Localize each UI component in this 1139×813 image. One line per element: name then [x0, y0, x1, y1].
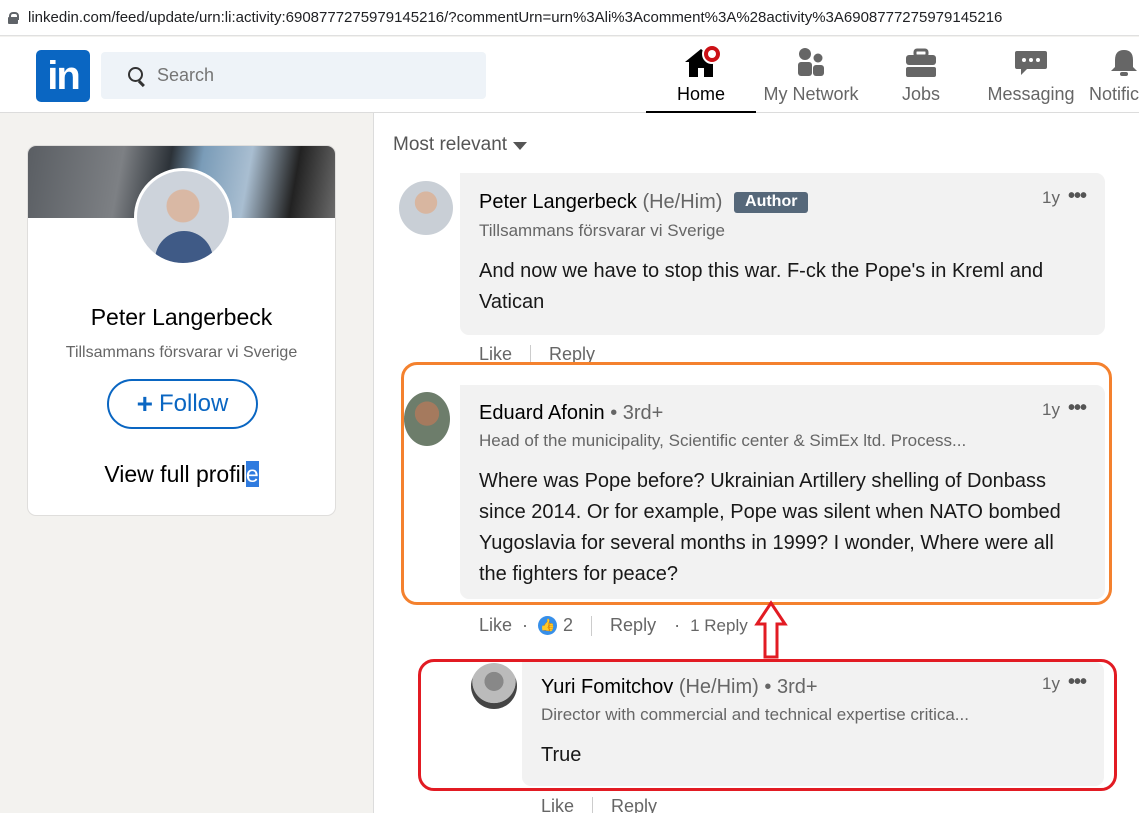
commenter-avatar[interactable] — [399, 181, 453, 235]
lock-icon — [8, 11, 19, 24]
nav-jobs-label: Jobs — [901, 84, 941, 104]
follow-label: Follow — [159, 390, 229, 417]
divider — [591, 615, 593, 636]
nav-jobs[interactable]: Jobs — [866, 37, 976, 113]
highlight-box-red — [418, 659, 1117, 791]
linkedin-logo[interactable]: in — [36, 50, 90, 102]
sort-dropdown[interactable]: Most relevant — [393, 134, 528, 156]
highlight-box-orange — [401, 362, 1112, 605]
author-badge: Author — [734, 192, 809, 213]
reply-button[interactable]: Reply — [610, 615, 656, 636]
nav-home[interactable]: Home — [646, 37, 756, 113]
nav-notifications-label: Notifications — [1089, 84, 1139, 104]
follow-button[interactable]: + Follow — [107, 379, 258, 429]
reaction-count[interactable]: 2 — [563, 615, 573, 636]
comment-actions: Like · 2 Reply · 1 Reply — [479, 615, 748, 636]
url-text[interactable]: linkedin.com/feed/update/urn:li:activity… — [28, 9, 1002, 26]
bell-icon — [1111, 50, 1137, 76]
dot-separator: · — [674, 615, 681, 635]
nav-home-label: Home — [676, 84, 725, 104]
author-headline: Tillsammans försvarar vi Sverige — [479, 221, 725, 240]
selected-text: e — [245, 461, 259, 487]
address-bar[interactable]: linkedin.com/feed/update/urn:li:activity… — [0, 0, 1139, 36]
comment-author[interactable]: Peter Langerbeck (He/Him) Author — [479, 191, 809, 214]
like-button[interactable]: Like — [541, 796, 574, 813]
dot-separator: · — [522, 615, 529, 635]
comment-time: 1y — [1042, 188, 1060, 207]
search-box[interactable] — [101, 52, 486, 99]
nav-my-network[interactable]: My Network — [756, 37, 866, 113]
search-input[interactable] — [157, 65, 457, 86]
search-icon — [127, 66, 147, 86]
plus-icon: + — [136, 388, 153, 419]
top-nav: in Home My Network Jobs Mess — [0, 37, 1139, 113]
view-profile-text: View full profil — [104, 461, 246, 487]
nav-messaging-label: Messaging — [987, 84, 1075, 104]
network-icon — [798, 48, 824, 76]
like-button[interactable]: Like — [479, 615, 512, 636]
profile-headline: Tillsammans försvarar vi Sverige — [65, 344, 298, 361]
comment-text: And now we have to stop this war. F-ck t… — [479, 260, 1044, 313]
author-name[interactable]: Peter Langerbeck — [479, 191, 637, 213]
messaging-icon — [1015, 51, 1047, 75]
author-pronouns: (He/Him) — [642, 191, 723, 213]
caret-down-icon — [513, 142, 528, 150]
like-reaction-icon[interactable] — [538, 616, 558, 635]
briefcase-icon — [906, 48, 936, 77]
more-options-icon[interactable]: ••• — [1068, 185, 1087, 208]
sort-label: Most relevant — [393, 134, 508, 155]
view-full-profile-link[interactable]: View full profile — [28, 461, 335, 488]
nav-network-label: My Network — [763, 84, 859, 104]
up-arrow-icon — [754, 600, 788, 659]
profile-card: Peter Langerbeck Tillsammans försvarar v… — [27, 145, 336, 516]
reply-button[interactable]: Reply — [611, 796, 657, 813]
profile-name[interactable]: Peter Langerbeck — [28, 304, 335, 331]
notification-badge — [702, 44, 722, 64]
profile-avatar[interactable] — [134, 168, 232, 266]
comment-actions: Like Reply — [541, 796, 657, 813]
nav-notifications[interactable]: Notifications — [1086, 37, 1139, 113]
divider — [592, 796, 594, 813]
nav-messaging[interactable]: Messaging — [976, 37, 1086, 113]
replies-count[interactable]: 1 Reply — [690, 616, 748, 636]
